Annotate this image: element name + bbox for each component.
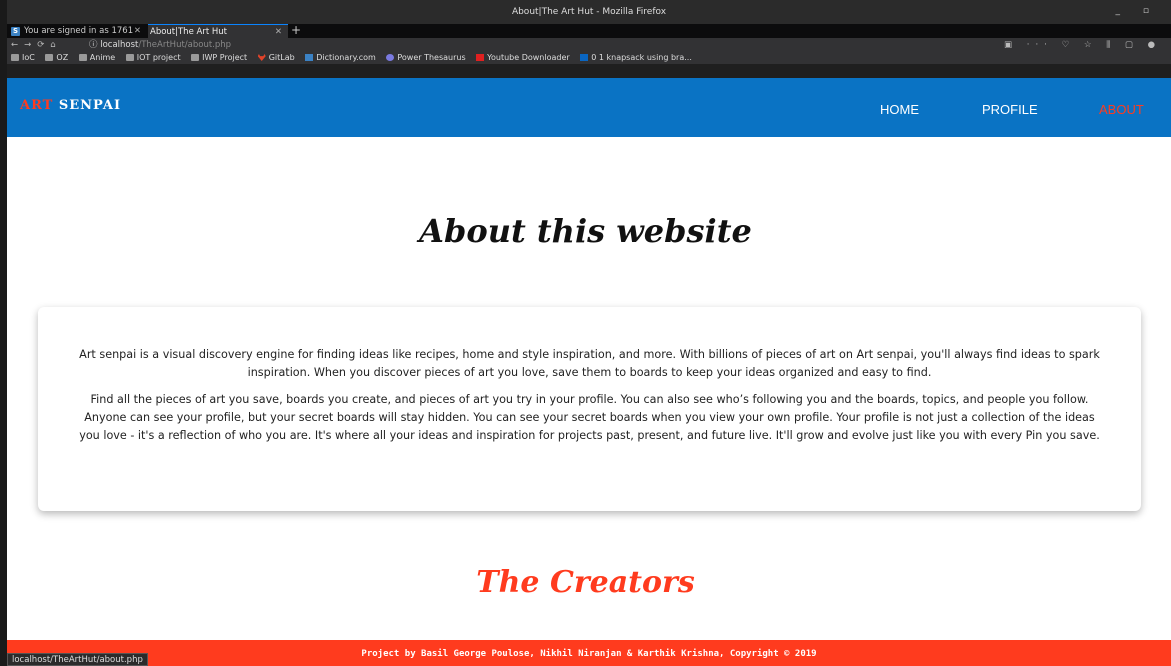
logo-senpai: SENPAI [58,98,122,113]
site-footer: Project by Basil George Poulose, Nikhil … [7,640,1171,666]
about-paragraph-2: Find all the pieces of art you save, boa… [79,393,1100,442]
bookmarks-toolbar: IoC OZ Anime IOT project IWP Project Git… [7,52,1171,64]
bookmark-knapsack[interactable]: 0 1 knapsack using bra... [580,52,692,64]
logo-art: ART [20,98,54,113]
nav-about-link[interactable]: ABOUT [1099,102,1144,117]
close-tab-icon[interactable]: ✕ [275,25,282,38]
dictionary-icon [305,54,314,61]
nav-buttons[interactable]: ←→⟳⌂ [11,38,62,52]
linkedin-icon [580,54,589,61]
url-path: /TheArtHut/about.php [138,40,232,50]
bookmark-anime[interactable]: Anime [78,52,115,64]
window-controls[interactable]: _ ▫ [1116,6,1159,16]
folder-icon [45,54,54,61]
browser-chrome: About|The Art Hut - Mozilla Firefox _ ▫ … [7,0,1171,78]
window-titlebar: About|The Art Hut - Mozilla Firefox _ ▫ [7,0,1171,24]
folder-icon [125,54,134,61]
gitlab-icon [257,54,266,61]
new-tab-icon[interactable]: + [291,23,301,37]
about-paragraph-1: Art senpai is a visual discovery engine … [79,348,1100,379]
bookmark-power-thesaurus[interactable]: Power Thesaurus [386,52,466,64]
bookmark-dictionary[interactable]: Dictionary.com [305,52,376,64]
nav-profile-link[interactable]: PROFILE [982,102,1038,117]
thesaurus-icon [386,54,395,61]
bookmark-oz[interactable]: OZ [45,52,68,64]
info-icon[interactable]: ⓘ [89,40,100,50]
youtube-icon [476,54,485,61]
bookmark-youtube-downloader[interactable]: Youtube Downloader [476,52,570,64]
tab-favicon-icon: S [11,27,20,36]
tab-label: About|The Art Hut [150,27,227,37]
bookmark-iwp-project[interactable]: IWP Project [191,52,247,64]
navigation-toolbar: ←→⟳⌂ ⓘ localhost/TheArtHut/about.php ▣ ·… [7,38,1171,52]
site-header: ART SENPAI HOME PROFILE ABOUT [7,78,1171,137]
nav-home-link[interactable]: HOME [880,102,919,117]
window-title: About|The Art Hut - Mozilla Firefox [511,7,667,17]
site-logo[interactable]: ART SENPAI [20,98,121,113]
tab-strip: S You are signed in as 1761 ✕ About|The … [7,23,1171,38]
bookmark-ioc[interactable]: IoC [11,52,35,64]
url-host: localhost [100,40,139,50]
folder-icon [191,54,200,61]
footer-credit: Project by Basil George Poulose, Nikhil … [361,649,817,659]
page-title: About this website [419,212,752,250]
close-tab-icon[interactable]: ✕ [134,24,141,38]
tab-about[interactable]: About|The Art Hut ✕ [148,24,288,38]
about-card: Art senpai is a visual discovery engine … [38,307,1141,511]
bookmark-gitlab[interactable]: GitLab [257,52,295,64]
toolbar-icons[interactable]: ▣ ··· ♡ ☆ ⫼ ▢ ● [1004,38,1161,52]
url-bar[interactable]: ⓘ localhost/TheArtHut/about.php [89,38,231,52]
folder-icon [11,54,19,61]
tab-signed-in[interactable]: S You are signed in as 1761 ✕ [7,24,147,38]
status-bar-url: localhost/TheArtHut/about.php [7,653,148,666]
creators-heading: The Creators [476,565,695,600]
tab-label: You are signed in as 1761 [24,26,134,36]
folder-icon [78,54,87,61]
bookmark-iot-project[interactable]: IOT project [125,52,181,64]
